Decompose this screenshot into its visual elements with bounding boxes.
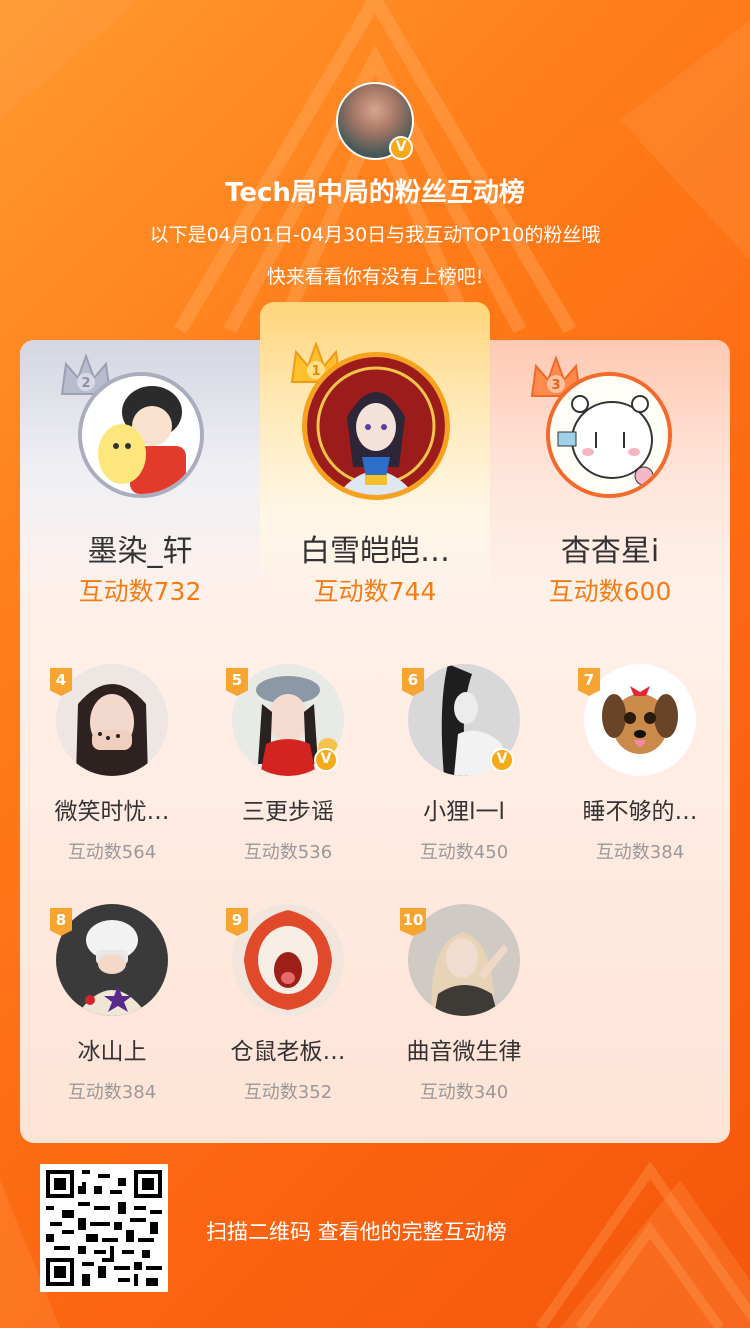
crown-rank-number: 3 bbox=[551, 378, 560, 393]
fan-count: 互动数536 bbox=[243, 842, 333, 863]
qr-code-icon bbox=[46, 1170, 162, 1286]
fan-name: 小狸l一l bbox=[423, 799, 505, 825]
verified-icon: V bbox=[314, 748, 338, 772]
podium-count: 互动数600 bbox=[548, 577, 672, 606]
fan-count: 互动数384 bbox=[67, 1082, 157, 1103]
scan-qr-hint: 扫描二维码 查看他的完整互动榜 bbox=[206, 1220, 507, 1244]
podium-name: 杳杳星i bbox=[560, 534, 660, 569]
fan-avatar[interactable] bbox=[56, 904, 168, 1016]
verified-icon: V bbox=[490, 748, 514, 772]
verified-icon: V bbox=[389, 136, 413, 160]
fan-count: 互动数450 bbox=[419, 842, 509, 863]
podium-count: 互动数744 bbox=[313, 577, 437, 606]
page-title: Tech局中局的粉丝互动榜 bbox=[225, 178, 525, 208]
podium-name: 墨染_轩 bbox=[87, 534, 193, 569]
avatar-rank-3[interactable] bbox=[546, 372, 672, 498]
fan-avatar[interactable] bbox=[232, 904, 344, 1016]
fan-name: 睡不够的… bbox=[582, 799, 698, 825]
crown-rank-number: 2 bbox=[81, 376, 90, 391]
fan-count: 互动数384 bbox=[595, 842, 685, 863]
rank-badge: 4 bbox=[50, 668, 72, 696]
fan-count: 互动数564 bbox=[67, 842, 157, 863]
avatar-rank-2[interactable] bbox=[78, 372, 204, 498]
fan-name: 仓鼠老板… bbox=[230, 1039, 346, 1065]
fan-name: 微笑时忧… bbox=[54, 799, 170, 825]
fan-name: 三更步谣 bbox=[242, 799, 334, 825]
avatar-rank-1[interactable] bbox=[302, 352, 450, 500]
rank-badge: 9 bbox=[226, 908, 248, 936]
fan-avatar[interactable] bbox=[584, 664, 696, 776]
fan-count: 互动数340 bbox=[419, 1082, 509, 1103]
rank-badge: 5 bbox=[226, 668, 248, 696]
rank-badge: 7 bbox=[578, 668, 600, 696]
rank-badge: 6 bbox=[402, 668, 424, 696]
fan-name: 曲音微生律 bbox=[406, 1039, 522, 1065]
qr-code[interactable] bbox=[40, 1164, 168, 1292]
fan-count: 互动数352 bbox=[243, 1082, 333, 1103]
rank-badge: 8 bbox=[50, 908, 72, 936]
fan-avatar[interactable] bbox=[56, 664, 168, 776]
podium-name: 白雪皑皑… bbox=[300, 534, 450, 569]
podium-count: 互动数732 bbox=[78, 577, 202, 606]
date-range-subtitle: 以下是04月01日-04月30日与我互动TOP10的粉丝哦 bbox=[149, 224, 601, 246]
rank-badge: 10 bbox=[400, 908, 426, 936]
fan-name: 冰山上 bbox=[77, 1039, 147, 1065]
call-to-action-subtitle: 快来看看你有没有上榜吧! bbox=[266, 266, 484, 288]
